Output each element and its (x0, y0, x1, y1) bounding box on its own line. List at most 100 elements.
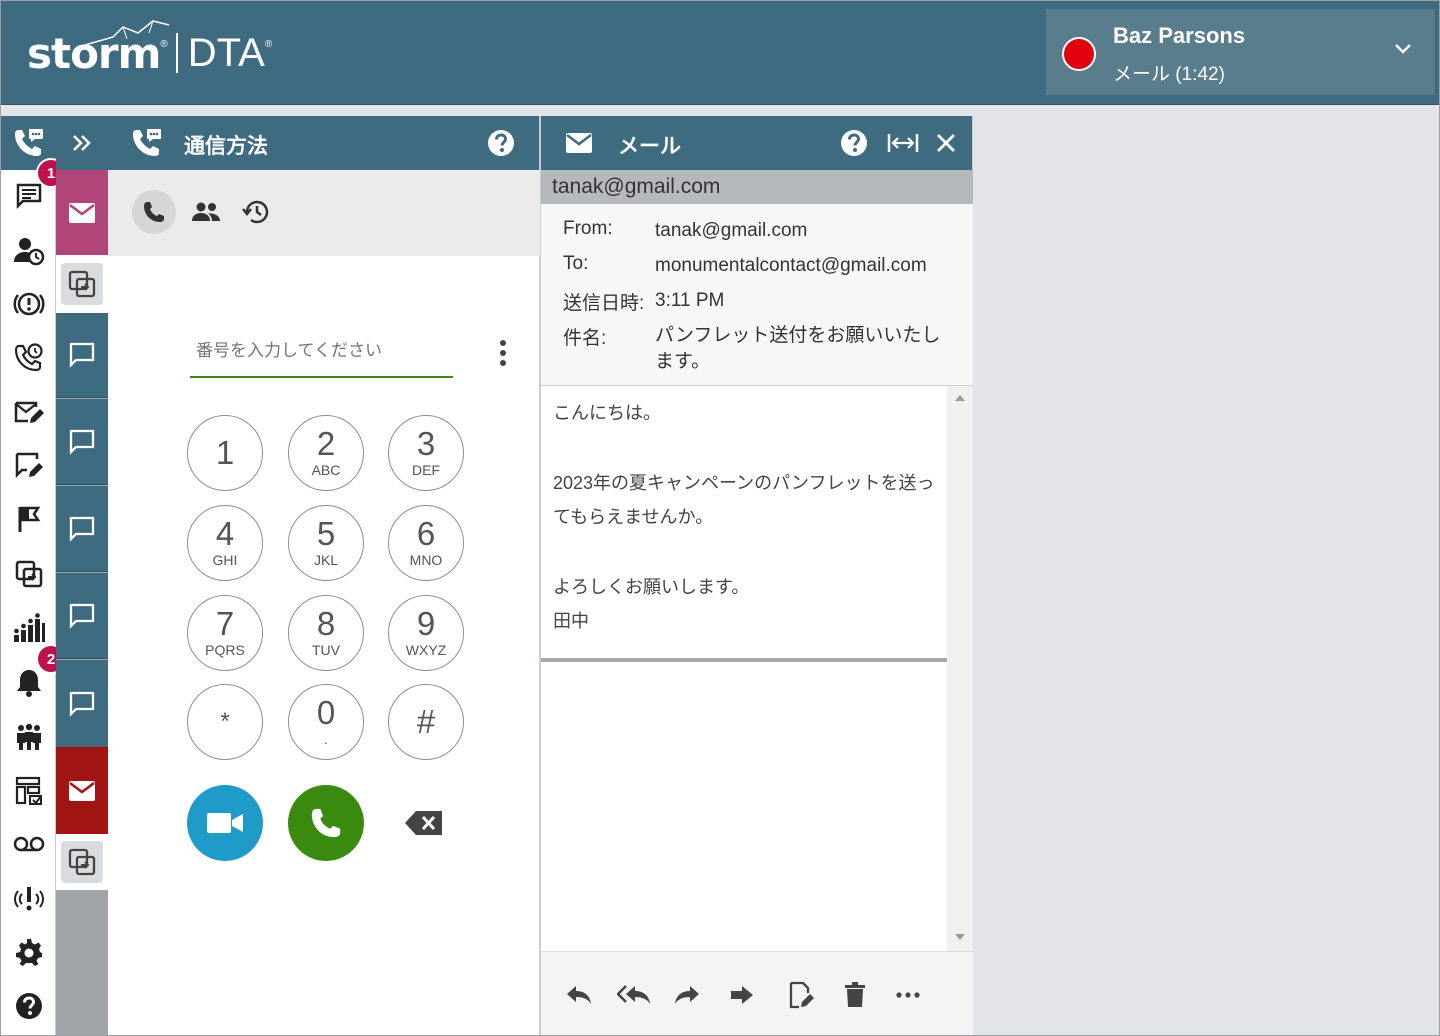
key-digit: 6 (416, 515, 436, 552)
session-transfer-button-2[interactable] (56, 834, 108, 890)
email-title: メール (618, 135, 681, 158)
backspace-button[interactable] (386, 785, 462, 861)
chat-icon (69, 342, 95, 368)
layout-icon (15, 776, 42, 805)
logo-dta-registered-mark: ® (264, 38, 273, 50)
chat-icon (69, 603, 95, 629)
help-icon[interactable] (487, 129, 515, 157)
reply-all-button[interactable] (615, 978, 655, 1012)
body-line: 2023年の夏キャンペーンのパンフレットを送ってもらえませんか。 (553, 473, 935, 527)
keypad-key[interactable]: 5 JKL (288, 505, 364, 581)
email-actions-toolbar (541, 951, 973, 1036)
edit-document-button[interactable] (784, 978, 818, 1012)
key-digit: 0 (316, 694, 336, 731)
keypad-key[interactable]: 6 MNO (388, 505, 464, 581)
tab-contacts[interactable] (184, 190, 228, 234)
keypad-key[interactable]: 7 PQRS (187, 595, 263, 671)
nav-compose-chat[interactable] (1, 441, 56, 491)
copy-icon (15, 560, 42, 588)
logo-divider (175, 33, 178, 73)
forward-button[interactable] (670, 978, 704, 1012)
nav-alerts[interactable] (1, 279, 56, 329)
keypad-key[interactable]: 3 DEF (388, 415, 464, 491)
key-digit: 1 (215, 434, 235, 471)
dialer-tabs (108, 170, 540, 256)
session-tile-email-active[interactable] (56, 170, 108, 255)
scroll-down-arrow-icon[interactable] (955, 933, 965, 941)
email-body: こんにちは。 2023年の夏キャンペーンのパンフレットを送ってもらえませんか。 … (553, 396, 949, 638)
more-actions-button[interactable] (891, 978, 925, 1012)
mail-icon (566, 133, 592, 153)
scroll-up-arrow-icon[interactable] (955, 394, 965, 402)
more-options-icon[interactable] (498, 338, 508, 368)
nav-layout[interactable] (1, 766, 56, 816)
status-indicator (1062, 37, 1096, 71)
keypad-key[interactable]: 8 TUV (288, 595, 364, 671)
logo-dta-text: DTA (187, 30, 265, 75)
session-tile-chat-5[interactable] (56, 660, 108, 747)
agent-status-text: メール (1:42) (1113, 64, 1225, 85)
keypad-key[interactable]: 2 ABC (288, 415, 364, 491)
key-digit: * (220, 708, 230, 735)
nav-help[interactable] (1, 981, 56, 1031)
gear-icon (15, 939, 42, 966)
transfer-email-button[interactable] (725, 978, 759, 1012)
contacts-icon (192, 202, 220, 221)
tab-history[interactable] (234, 190, 278, 234)
chat-icon (69, 516, 95, 542)
nav-user-schedule[interactable] (1, 226, 56, 276)
tab-keypad[interactable] (132, 190, 176, 234)
key-digit: 8 (316, 605, 336, 642)
delete-button[interactable] (838, 978, 872, 1012)
body-line: 田中 (553, 611, 589, 631)
keypad-key[interactable]: 1 (187, 415, 263, 491)
expand-width-icon[interactable] (887, 132, 919, 154)
close-icon[interactable] (936, 133, 956, 153)
expand-strip-button[interactable] (56, 116, 108, 170)
transfer-icon (68, 270, 96, 298)
nav-flags[interactable] (1, 494, 56, 544)
phone-number-input[interactable] (190, 326, 453, 378)
key-letters: PQRS (205, 642, 245, 658)
email-scrollbar[interactable] (947, 386, 973, 951)
transfer-icon (68, 848, 96, 876)
reply-all-icon (617, 985, 650, 1004)
nav-compose-email[interactable] (1, 388, 56, 438)
session-tile-chat-1[interactable] (56, 313, 108, 398)
keypad-key[interactable]: 4 GHI (187, 505, 263, 581)
session-tile-chat-4[interactable] (56, 573, 108, 659)
lightning-icon (84, 20, 170, 46)
mail-icon (69, 202, 95, 223)
nav-settings[interactable] (1, 928, 56, 978)
session-tile-chat-2[interactable] (56, 399, 108, 485)
nav-transfer[interactable] (1, 549, 56, 599)
nav-broadcast[interactable] (1, 874, 56, 924)
call-button[interactable] (288, 785, 364, 861)
email-metadata: From: tanak@gmail.com To: monumentalcont… (541, 204, 973, 386)
nav-team[interactable] (1, 712, 56, 762)
dialer-title: 通信方法 (184, 135, 268, 158)
keypad-key[interactable]: 0. (288, 684, 364, 760)
agent-status-menu[interactable]: Baz Parsons メール (1:42) (1046, 9, 1435, 95)
nav-voicemail[interactable] (1, 819, 56, 869)
keypad-key[interactable]: # (388, 684, 464, 760)
chevron-down-icon[interactable] (1393, 39, 1413, 59)
body-line: こんにちは。 (553, 403, 661, 423)
key-digit: 2 (316, 425, 336, 462)
help-icon[interactable] (840, 129, 868, 157)
phone-chat-icon (14, 129, 43, 156)
session-tile-email-alert[interactable] (56, 747, 108, 834)
session-tile-chat-3[interactable] (56, 486, 108, 572)
key-digit: 3 (416, 425, 436, 462)
body-line: よろしくお願いします。 (553, 577, 750, 597)
key-letters: . (324, 731, 328, 747)
keypad-key[interactable]: * (187, 684, 263, 760)
double-chevron-right-icon (73, 135, 91, 151)
nav-call-history[interactable] (1, 332, 56, 382)
key-letters: TUV (312, 642, 340, 658)
keypad-key[interactable]: 9 WXYZ (388, 595, 464, 671)
session-transfer-button[interactable] (56, 255, 108, 313)
video-call-button[interactable] (187, 785, 263, 861)
key-digit: 5 (316, 515, 336, 552)
reply-button[interactable] (562, 978, 596, 1012)
